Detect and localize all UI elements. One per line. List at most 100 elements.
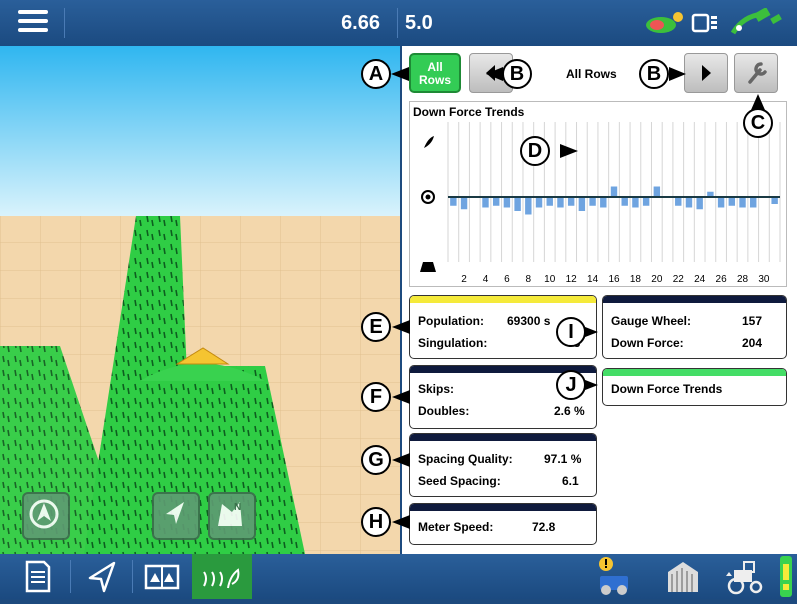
trend-bar xyxy=(600,197,607,208)
trend-bar xyxy=(589,197,596,206)
gps-satellite-icon[interactable] xyxy=(730,7,782,35)
field-button[interactable] xyxy=(660,554,706,599)
callout-g: G xyxy=(361,445,391,475)
divider xyxy=(70,560,71,593)
x-tick-label: 8 xyxy=(526,274,532,285)
seed-spacing-label: Seed Spacing: xyxy=(418,474,501,488)
callout-b-right: B xyxy=(639,59,669,89)
x-tick-label: 24 xyxy=(694,274,706,285)
x-tick-label: 10 xyxy=(544,274,556,285)
callout-i: I xyxy=(556,317,586,347)
callout-h: H xyxy=(361,507,391,537)
callout-b-left: B xyxy=(502,59,532,89)
callout-a: A xyxy=(361,59,391,89)
x-tick-label: 16 xyxy=(608,274,620,285)
down-force-trends-card[interactable]: Down Force Trends xyxy=(602,368,787,406)
divider xyxy=(397,8,398,38)
equipment-button[interactable] xyxy=(722,554,768,599)
heavy-force-icon xyxy=(420,262,436,272)
gauge-wheel-value: 157 xyxy=(742,314,763,328)
document-icon xyxy=(25,560,51,593)
spacing-card[interactable]: Spacing Quality: 97.1 % Seed Spacing: 6.… xyxy=(409,433,597,497)
callout-d: D xyxy=(520,136,550,166)
trend-bar xyxy=(578,197,586,211)
callout-f: F xyxy=(361,382,391,412)
guidance-button[interactable] xyxy=(78,554,126,599)
implement-width-readout: 5.0 xyxy=(405,12,433,34)
chart-plot: 2 4 6 8 10 12 14 16 18 20 22 24 26 28 30 xyxy=(420,122,781,285)
x-tick-label: 18 xyxy=(630,274,642,285)
x-tick-label: 12 xyxy=(566,274,578,285)
trend-bar xyxy=(739,197,746,208)
doubles-value: 2.6 % xyxy=(554,404,585,418)
summary-button[interactable] xyxy=(18,554,58,599)
callout-e: E xyxy=(361,312,391,342)
down-force-label: Down Force: xyxy=(611,336,684,350)
settings-button[interactable] xyxy=(734,53,778,93)
down-force-value: 204 xyxy=(742,336,763,350)
trend-bar xyxy=(567,197,575,206)
trend-bar xyxy=(696,197,703,210)
recenter-button[interactable] xyxy=(22,492,70,540)
meter-speed-label: Meter Speed: xyxy=(418,520,494,534)
trend-bar xyxy=(621,197,628,206)
target-icon-center xyxy=(425,194,431,200)
trend-bar xyxy=(750,197,757,208)
meter-speed-value: 72.8 xyxy=(532,520,556,534)
planter-sensor-icon[interactable] xyxy=(646,12,683,33)
alerts-indicator[interactable] xyxy=(778,554,794,599)
x-tick-label: 22 xyxy=(673,274,685,285)
card-header xyxy=(410,296,596,303)
down-force-trends-chart[interactable]: Down Force Trends 2 4 6 8 10 12 14 16 18 20 22 24 26… xyxy=(409,101,787,287)
seed-spacing-value: 6.1 xyxy=(562,474,579,488)
alert-indicator-icon xyxy=(780,556,792,597)
trend-bar xyxy=(685,197,693,208)
planter-view-button[interactable] xyxy=(192,554,252,599)
trend-bar xyxy=(460,197,468,210)
population-value: 69300 s xyxy=(507,314,551,328)
x-tick-label: 26 xyxy=(716,274,728,285)
trend-bar xyxy=(771,197,778,204)
trend-bar xyxy=(717,197,725,208)
vehicle-setup-button[interactable] xyxy=(590,554,636,599)
trend-bar xyxy=(653,186,661,197)
heading-mode-button[interactable] xyxy=(152,492,200,540)
x-tick-label: 20 xyxy=(651,274,663,285)
meter-speed-card[interactable]: Meter Speed: 72.8 xyxy=(409,503,597,545)
card-header xyxy=(603,296,786,303)
spacing-quality-value: 97.1 % xyxy=(544,452,582,466)
spacing-quality-label: Spacing Quality: xyxy=(418,452,513,466)
divider xyxy=(132,560,133,593)
down-force-trends-label: Down Force Trends xyxy=(611,382,723,396)
all-rows-button[interactable]: All Rows xyxy=(409,53,461,93)
x-tick-label: 30 xyxy=(758,274,770,285)
menu-icon[interactable] xyxy=(18,10,48,36)
field-map[interactable]: N xyxy=(0,46,400,554)
divider xyxy=(64,8,65,38)
arrow-right-icon xyxy=(702,65,711,81)
skips-label: Skips: xyxy=(418,382,455,396)
next-row-button[interactable] xyxy=(684,53,728,93)
light-force-icon xyxy=(424,136,434,148)
row-selector-label: All Rows xyxy=(566,67,617,81)
trend-bar xyxy=(557,197,564,208)
display-connection-icon[interactable] xyxy=(691,13,717,33)
x-tick-label: 28 xyxy=(737,274,749,285)
trend-bar xyxy=(728,197,736,206)
split-screen-icon xyxy=(144,564,180,590)
trend-bar xyxy=(610,186,618,197)
trend-bar xyxy=(546,197,553,206)
trend-bar xyxy=(675,197,682,206)
x-tick-label: 6 xyxy=(504,274,510,285)
all-rows-label-line2: Rows xyxy=(418,73,451,87)
seed-sprout-icon xyxy=(203,568,240,589)
callout-j: J xyxy=(556,370,586,400)
wrench-icon xyxy=(748,62,767,84)
svg-text:N: N xyxy=(234,502,241,513)
north-up-button[interactable]: N xyxy=(208,492,256,540)
trend-bar xyxy=(642,197,650,206)
x-tick-label: 4 xyxy=(483,274,489,285)
gauge-wheel-downforce-card[interactable]: Gauge Wheel: 157 Down Force: 204 xyxy=(602,295,787,359)
split-view-button[interactable] xyxy=(138,554,186,599)
trend-bar xyxy=(503,197,511,208)
